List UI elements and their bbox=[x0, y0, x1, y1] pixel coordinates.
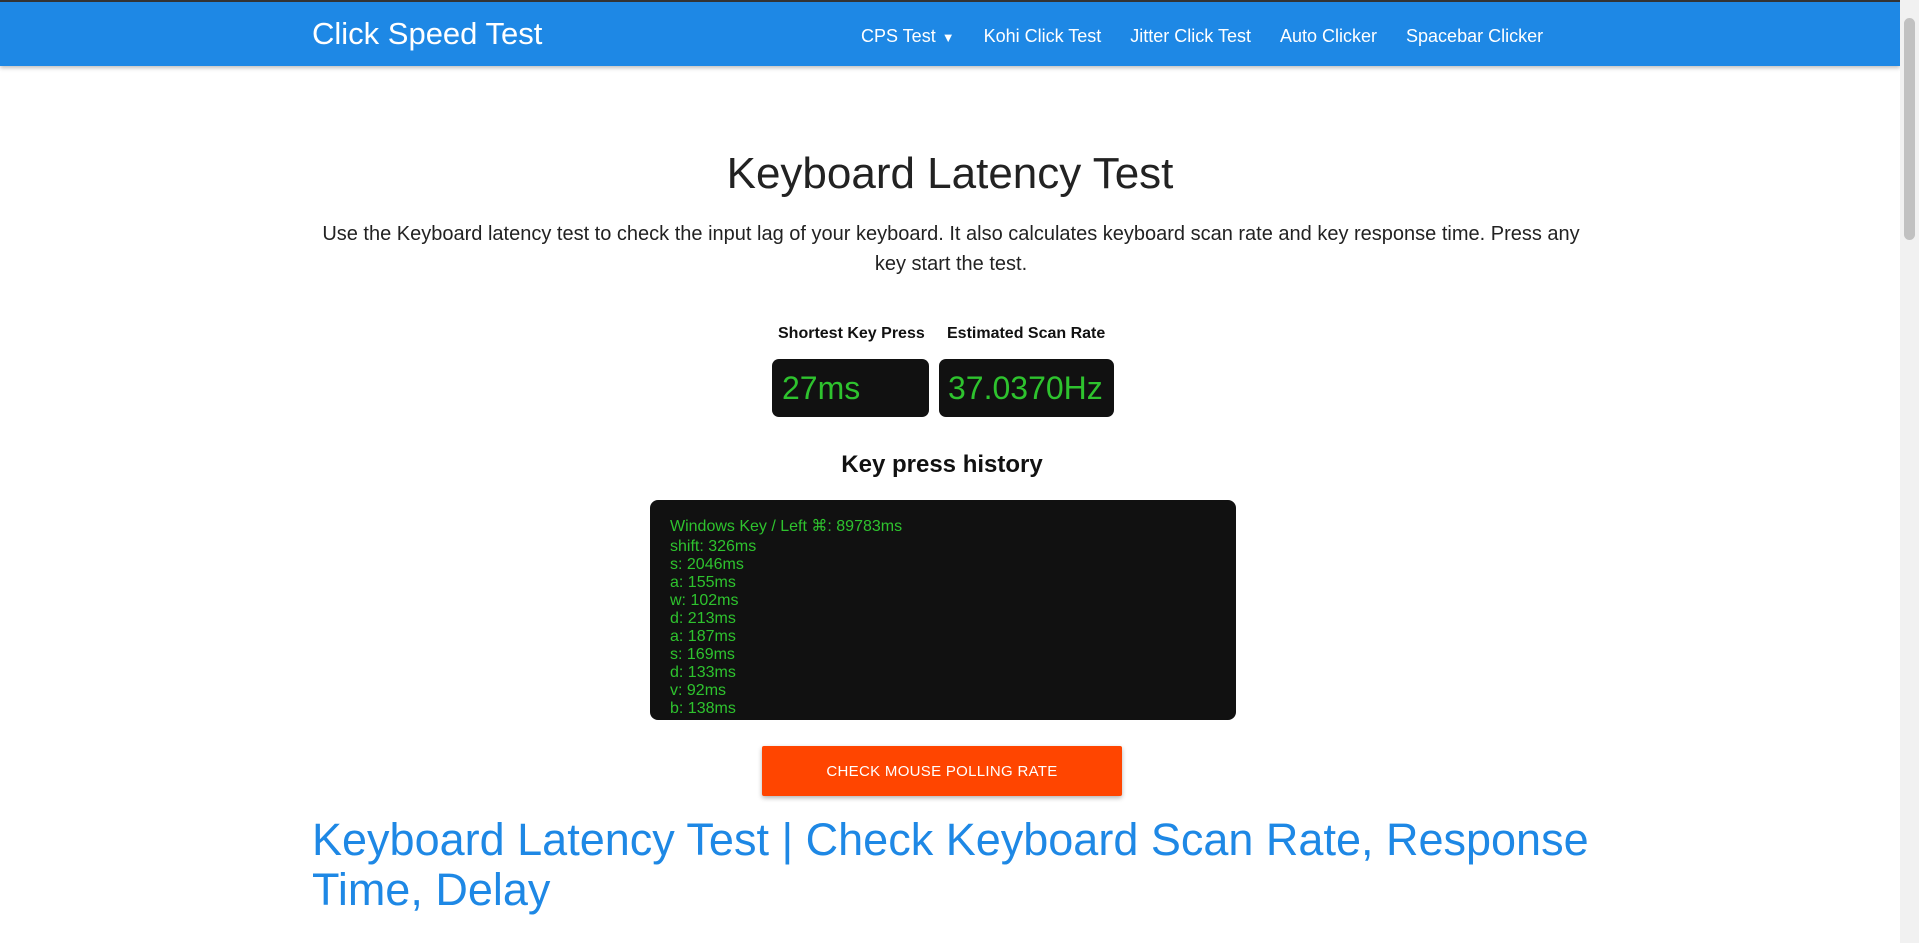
history-item: shift: 326ms bbox=[670, 538, 757, 555]
nav-auto-clicker[interactable]: Auto Clicker bbox=[1280, 25, 1377, 49]
key-press-history-title: Key press history bbox=[841, 451, 1043, 478]
cutoff-paragraph bbox=[312, 936, 1588, 943]
history-item: a: 187ms bbox=[670, 628, 736, 645]
scrollbar-thumb[interactable] bbox=[1904, 18, 1915, 240]
nav-cps-test[interactable]: CPS Test ▼ bbox=[861, 25, 955, 49]
vertical-scrollbar[interactable] bbox=[1900, 0, 1919, 943]
shortest-key-press-label: Shortest Key Press bbox=[778, 325, 925, 342]
history-item: s: 169ms bbox=[670, 646, 735, 663]
estimated-scan-rate-value: 37.0370Hz bbox=[939, 359, 1114, 417]
estimated-scan-rate-label: Estimated Scan Rate bbox=[947, 325, 1106, 342]
nav-spacebar-clicker[interactable]: Spacebar Clicker bbox=[1406, 25, 1543, 49]
history-item: Windows Key / Left ⌘: 89783ms bbox=[670, 518, 903, 535]
history-item: s: 2046ms bbox=[670, 556, 744, 573]
key-press-history-box: Windows Key / Left ⌘: 89783ms shift: 326… bbox=[650, 500, 1236, 720]
section-heading: Keyboard Latency Test | Check Keyboard S… bbox=[312, 814, 1589, 915]
history-item: d: 133ms bbox=[670, 664, 736, 681]
history-item: v: 92ms bbox=[670, 682, 727, 699]
check-mouse-polling-rate-button[interactable]: CHECK MOUSE POLLING RATE bbox=[762, 746, 1122, 796]
nav-cps-test-label: CPS Test bbox=[861, 26, 936, 46]
intro-text: Use the Keyboard latency test to check t… bbox=[322, 223, 1580, 275]
history-item: a: 155ms bbox=[670, 574, 736, 591]
brand-link[interactable]: Click Speed Test bbox=[312, 16, 542, 52]
page-title: Keyboard Latency Test bbox=[726, 149, 1174, 198]
nav-jitter-click-test[interactable]: Jitter Click Test bbox=[1130, 25, 1251, 49]
main-nav: CPS Test ▼ Kohi Click Test Jitter Click T… bbox=[861, 25, 1572, 49]
history-item: b: 138ms bbox=[670, 700, 736, 717]
shortest-key-press-value: 27ms bbox=[772, 359, 929, 417]
top-navbar: Click Speed Test CPS Test ▼ Kohi Click Te… bbox=[0, 0, 1900, 66]
nav-kohi-click-test[interactable]: Kohi Click Test bbox=[984, 25, 1102, 49]
caret-down-icon: ▼ bbox=[941, 30, 955, 45]
history-item: w: 102ms bbox=[670, 592, 739, 609]
page: Click Speed Test CPS Test ▼ Kohi Click Te… bbox=[0, 0, 1919, 943]
history-item: d: 213ms bbox=[670, 610, 736, 627]
